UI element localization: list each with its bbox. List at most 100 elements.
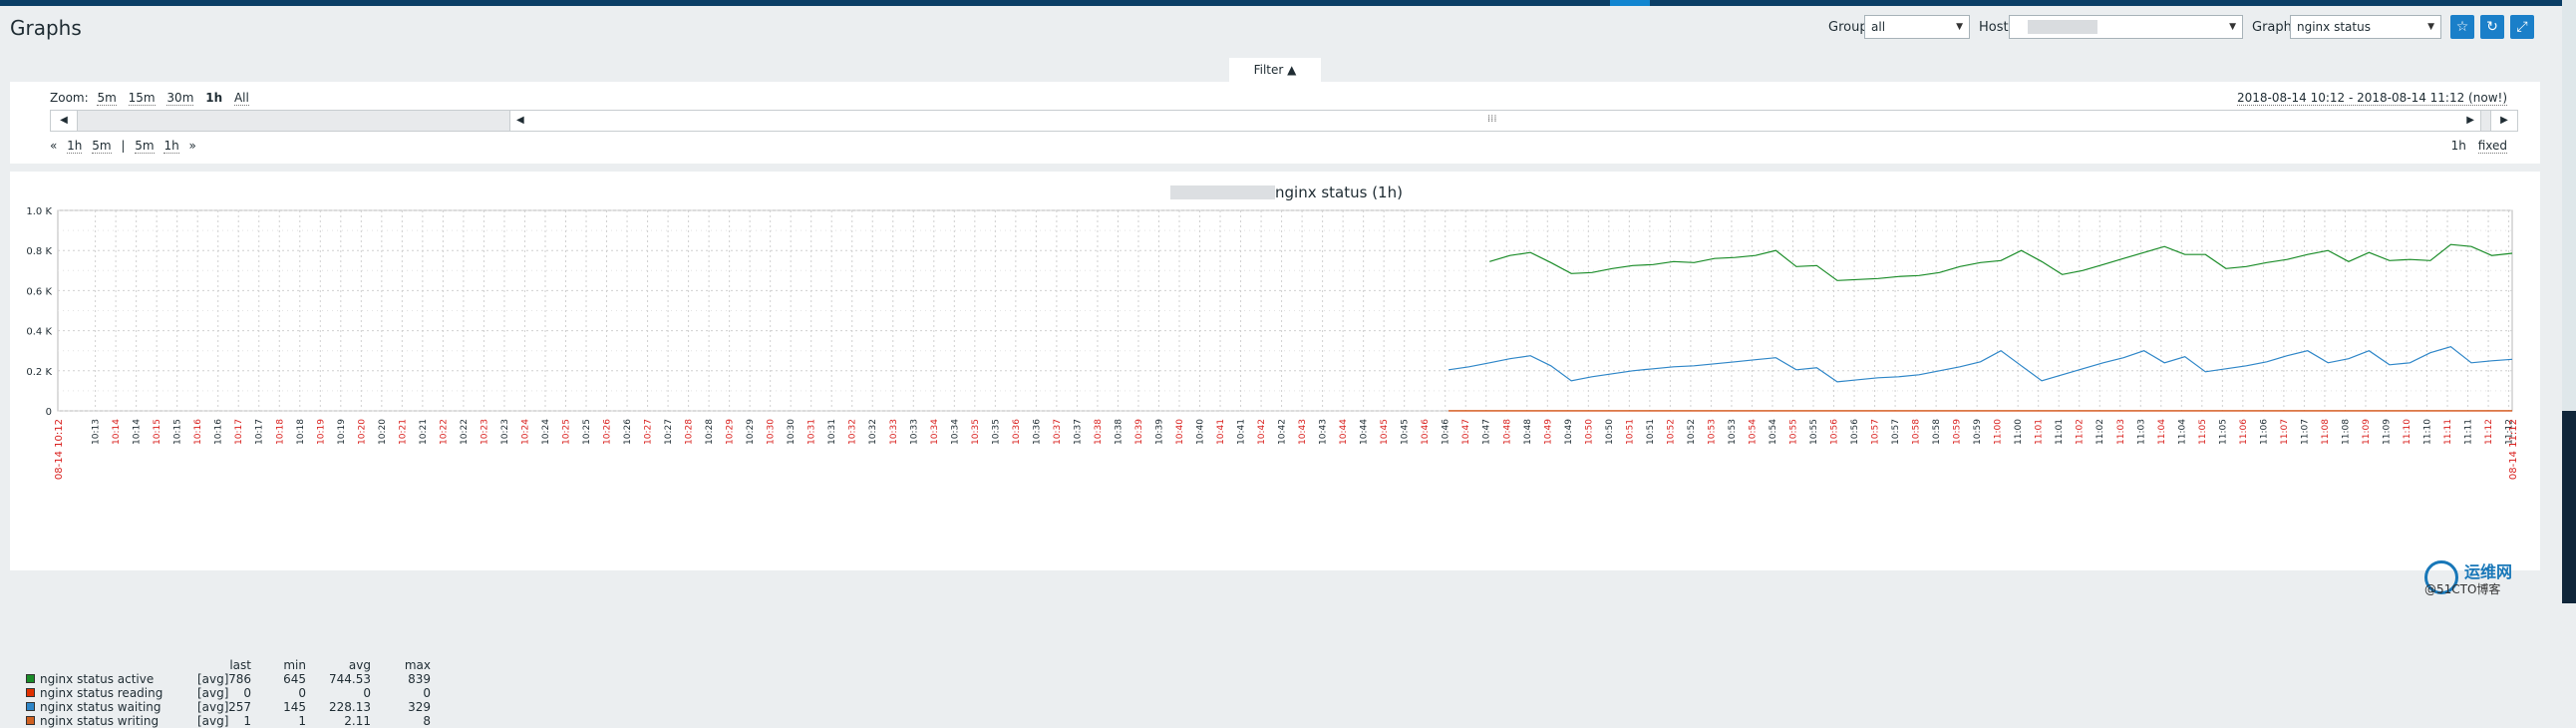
x-tick-label: 11:01 (2035, 419, 2045, 445)
refresh-button[interactable]: ↻ (2480, 15, 2504, 39)
nav-back-5m[interactable]: 5m (92, 139, 112, 154)
x-tick-label: 10:16 (214, 419, 224, 445)
host-select[interactable]: ▼ (2009, 15, 2243, 39)
graph-select-value: nginx status (2297, 20, 2371, 34)
legend-min: 645 (283, 672, 306, 686)
legend-item: nginx status writing [avg] 1 1 2.11 8 (26, 714, 445, 728)
scroll-right-button[interactable]: ▶ (2490, 111, 2517, 131)
x-tick-label: 10:33 (909, 419, 919, 445)
zoom-5m[interactable]: 5m (97, 91, 117, 106)
x-tick-label: 11:02 (2095, 419, 2105, 445)
x-tick-label: 10:35 (991, 419, 1001, 445)
x-tick-label: 10:34 (930, 419, 940, 445)
x-tick-label: 10:14 (112, 419, 122, 445)
thumb-left-handle[interactable]: ◀ (516, 111, 524, 131)
nav-fwd-fast[interactable]: » (189, 139, 196, 153)
x-tick-label: 10:46 (1442, 419, 1451, 445)
nav-separator: | (121, 139, 126, 153)
zoom-all[interactable]: All (233, 91, 249, 106)
legend-swatch (26, 702, 35, 711)
graph-select[interactable]: nginx status ▼ (2290, 15, 2441, 39)
x-tick-label: 10:42 (1278, 419, 1288, 445)
thumb-right-handle[interactable]: ▶ (2466, 111, 2474, 131)
x-tick-label: 10:45 (1380, 419, 1390, 445)
x-tick-label: 11:03 (2136, 419, 2146, 445)
x-tick-label: 10:47 (1461, 419, 1471, 445)
x-tick-label: 10:54 (1769, 419, 1778, 445)
legend-avg: 2.11 (344, 714, 371, 728)
x-tick-label: 11:09 (2382, 419, 2392, 445)
nav-fwd-1h[interactable]: 1h (163, 139, 179, 154)
x-tick-label: 10:32 (868, 419, 878, 445)
legend-series-name: nginx status reading (40, 686, 163, 700)
timeline-scroll-thumb[interactable]: ◀ ⁞⁞⁞ ▶ (509, 111, 2481, 131)
legend-series-name: nginx status writing (40, 714, 160, 728)
legend-header: last min avg max (26, 658, 431, 672)
y-tick-label: 0.2 K (26, 367, 52, 378)
host-value-redacted (2028, 20, 2097, 34)
x-tick-label: 10:18 (296, 419, 306, 445)
nav-back-1h[interactable]: 1h (67, 139, 83, 154)
thumb-grip-icon: ⁞⁞⁞ (1487, 114, 1497, 125)
x-tick-label: 10:28 (685, 419, 695, 445)
scroll-left-button[interactable]: ◀ (51, 111, 78, 131)
x-tick-label: 10:40 (1196, 419, 1206, 445)
legend-min: 145 (283, 700, 306, 714)
zoom-1h[interactable]: 1h (205, 91, 222, 105)
x-tick-label: 10:31 (827, 419, 837, 445)
group-select[interactable]: all ▼ (1864, 15, 1970, 39)
x-tick-label: 10:16 (193, 419, 203, 445)
x-tick-label: 11:10 (2403, 419, 2413, 445)
refresh-icon: ↻ (2486, 19, 2498, 35)
x-tick-label: 10:24 (541, 419, 551, 445)
x-tick-label: 10:21 (419, 419, 429, 445)
period-length: 1h (2450, 139, 2466, 153)
zoom-15m[interactable]: 15m (128, 91, 156, 106)
time-period[interactable]: 2018-08-14 10:12 - 2018-08-14 11:12 (now… (2237, 91, 2507, 106)
x-tick-label: 10:49 (1543, 419, 1553, 445)
x-tick-label: 10:44 (1339, 419, 1349, 445)
x-tick-label: 10:52 (1687, 419, 1697, 445)
x-tick-label: 10:45 (1401, 419, 1411, 445)
legend-series-name: nginx status active (40, 672, 155, 686)
add-to-favourites-button[interactable]: ☆ (2450, 15, 2474, 39)
nav-fwd-5m[interactable]: 5m (135, 139, 155, 154)
x-tick-label: 10:38 (1094, 419, 1104, 445)
host-name-redacted (1170, 185, 1275, 199)
x-tick-label: 10:58 (1912, 419, 1922, 445)
x-tick-label: 11:05 (2198, 419, 2208, 445)
x-tick-label: 11:10 (2423, 419, 2433, 445)
watermark-line2: @51CTO博客 (2424, 582, 2501, 596)
zoom-30m[interactable]: 30m (166, 91, 194, 106)
x-tick-label: 10:30 (787, 419, 797, 445)
x-tick-label: 10:22 (439, 419, 449, 445)
x-tick-label: 10:52 (1666, 419, 1676, 445)
nav-back-fast[interactable]: « (50, 139, 57, 153)
fullscreen-button[interactable]: ⤢ (2510, 15, 2534, 39)
y-tick-label: 0.6 K (26, 286, 52, 297)
star-icon: ☆ (2455, 19, 2469, 35)
x-tick-label: 10:17 (234, 419, 244, 445)
series-line-nginx-status-waiting (1449, 346, 2513, 383)
site-watermark: 运维网 @51CTO博客 (2424, 558, 2562, 598)
timeline-scrollbar[interactable]: ◀ ◀ ⁞⁞⁞ ▶ ▶ (50, 110, 2518, 132)
legend-avg: 228.13 (329, 700, 371, 714)
chevron-down-icon: ▼ (2229, 22, 2236, 32)
x-tick-label: 11:07 (2280, 419, 2290, 445)
x-tick-label: 10:44 (1360, 419, 1370, 445)
x-tick-label: 10:46 (1421, 419, 1431, 445)
legend-max: 839 (408, 672, 431, 686)
x-tick-label: 10:36 (1012, 419, 1022, 445)
legend-last: 257 (228, 700, 251, 714)
x-tick-label: 10:48 (1502, 419, 1512, 445)
watermark-line1: 运维网 (2464, 562, 2513, 581)
group-select-value: all (1871, 20, 1886, 34)
x-tick-label: 11:08 (2341, 419, 2351, 445)
x-tick-label: 11:11 (2443, 419, 2453, 445)
x-tick-label: 10:24 (520, 419, 530, 445)
y-tick-label: 1.0 K (26, 206, 52, 217)
fixed-toggle[interactable]: fixed (2477, 139, 2507, 154)
side-panel-edge (2562, 411, 2576, 603)
filter-toggle-tab[interactable]: Filter ▲ (1229, 58, 1321, 82)
legend-header-min: min (283, 658, 306, 672)
